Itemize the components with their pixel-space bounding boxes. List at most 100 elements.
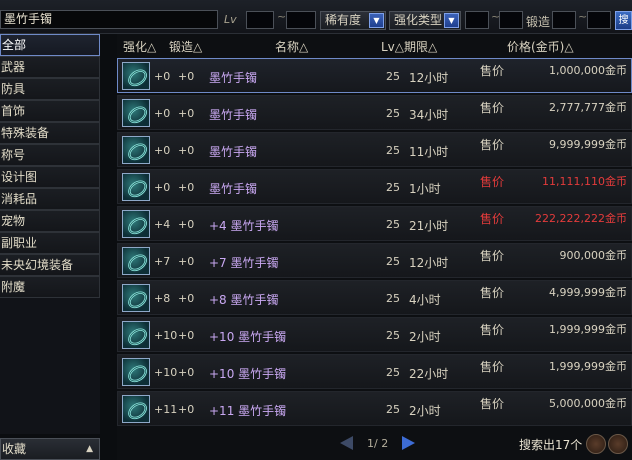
- sidebar-item-title[interactable]: 称号: [0, 144, 100, 166]
- cell-period: 34小时: [409, 108, 449, 122]
- table-row[interactable]: +11 +0 +11 墨竹手镯 25 2小时 售价 5,000,000金币: [117, 391, 632, 426]
- bracelet-icon[interactable]: [122, 321, 150, 349]
- bottom-icons: [582, 434, 632, 458]
- enhance-type-dropdown[interactable]: 强化类型 ▼: [389, 11, 461, 30]
- bracelet-icon[interactable]: [122, 247, 150, 275]
- bracelet-icon[interactable]: [122, 395, 150, 423]
- cell-lv: 25: [386, 403, 400, 416]
- bracelet-icon[interactable]: [122, 99, 150, 127]
- cell-name: +10 墨竹手镯: [209, 367, 287, 381]
- cell-price: 11,111,110金币: [542, 175, 627, 188]
- bracelet-icon[interactable]: [122, 210, 150, 238]
- cell-price: 222,222,222金币: [535, 212, 627, 225]
- cell-forge: +0: [178, 292, 195, 305]
- cell-period: 11小时: [409, 145, 449, 159]
- prev-page-icon[interactable]: [340, 436, 353, 450]
- sidebar-item-armor[interactable]: 防具: [0, 78, 100, 100]
- cell-price: 1,999,999金币: [549, 360, 627, 373]
- cell-lv: 25: [386, 329, 400, 342]
- cell-period: 12小时: [409, 256, 449, 270]
- cell-lv: 25: [386, 366, 400, 379]
- table-row[interactable]: +0 +0 墨竹手镯 25 12小时 售价 1,000,000金币: [117, 58, 632, 93]
- cell-forge: +0: [178, 255, 195, 268]
- rarity-label: 稀有度: [325, 13, 362, 27]
- header-enhance[interactable]: 强化△: [123, 38, 156, 55]
- cell-forge: +0: [178, 329, 195, 342]
- cell-price-label: 售价: [480, 101, 505, 115]
- header-forge[interactable]: 锻造△: [169, 38, 202, 55]
- sidebar-item-weiyang-equipment[interactable]: 未央幻境装备: [0, 254, 100, 276]
- cell-lv: 25: [386, 144, 400, 157]
- cell-price-label: 售价: [480, 286, 505, 300]
- cell-forge: +0: [178, 144, 195, 157]
- search-input[interactable]: 墨竹手镯: [0, 10, 218, 29]
- table-row[interactable]: +10 +0 +10 墨竹手镯 25 22小时 售价 1,999,999金币: [117, 354, 632, 389]
- lv-max-input[interactable]: [286, 11, 316, 29]
- search-button[interactable]: 搜: [615, 11, 632, 30]
- bracelet-icon[interactable]: [122, 358, 150, 386]
- cell-forge: +0: [178, 366, 195, 379]
- table-row[interactable]: +10 +0 +10 墨竹手镯 25 2小时 售价 1,999,999金币: [117, 317, 632, 352]
- cell-forge: +0: [178, 403, 195, 416]
- chevron-up-icon: ▲: [86, 444, 93, 454]
- table-row[interactable]: +4 +0 +4 墨竹手镯 25 21小时 售价 222,222,222金币: [117, 206, 632, 241]
- cell-name: +8 墨竹手镯: [209, 293, 279, 307]
- category-sidebar: 全部 武器 防具 首饰 特殊装备 称号 设计图 消耗品 宠物 副职业 未央幻境装…: [0, 34, 100, 434]
- favorites-label: 收藏: [2, 442, 27, 456]
- sidebar-item-blueprint[interactable]: 设计图: [0, 166, 100, 188]
- bracelet-icon[interactable]: [122, 62, 150, 90]
- table-header: 强化△ 锻造△ 名称△ Lv△期限△ 价格(金币)△: [117, 36, 632, 54]
- lv-min-input[interactable]: [246, 11, 274, 29]
- header-price[interactable]: 价格(金币)△: [507, 38, 574, 55]
- cell-price-label: 售价: [480, 360, 505, 374]
- cell-name: +4 墨竹手镯: [209, 219, 279, 233]
- settings-icon[interactable]: [608, 434, 628, 454]
- forge-max-input[interactable]: [587, 11, 611, 29]
- enhance-max-input[interactable]: [499, 11, 523, 29]
- cell-enhance: +8: [154, 292, 171, 305]
- cell-name: +10 墨竹手镯: [209, 330, 287, 344]
- sidebar-item-weapon[interactable]: 武器: [0, 56, 100, 78]
- header-lv-period[interactable]: Lv△期限△: [381, 38, 437, 55]
- header-name[interactable]: 名称△: [275, 38, 308, 55]
- cell-enhance: +0: [154, 181, 171, 194]
- rarity-dropdown[interactable]: 稀有度 ▼: [320, 11, 386, 30]
- cell-price-label: 售价: [480, 138, 505, 152]
- table-row[interactable]: +0 +0 墨竹手镯 25 34小时 售价 2,777,777金币: [117, 95, 632, 130]
- cell-enhance: +0: [154, 144, 171, 157]
- sidebar-item-sub-job[interactable]: 副职业: [0, 232, 100, 254]
- bracelet-icon[interactable]: [122, 173, 150, 201]
- cell-enhance: +10: [154, 329, 178, 342]
- cell-enhance: +0: [154, 70, 171, 83]
- cell-price: 9,999,999金币: [549, 138, 627, 151]
- refresh-icon[interactable]: [586, 434, 606, 454]
- forge-min-input[interactable]: [552, 11, 576, 29]
- next-page-icon[interactable]: [402, 436, 415, 450]
- cell-price-label: 售价: [480, 64, 505, 78]
- table-row[interactable]: +0 +0 墨竹手镯 25 1小时 售价 11,111,110金币: [117, 169, 632, 204]
- cell-enhance: +0: [154, 107, 171, 120]
- cell-enhance: +11: [154, 403, 178, 416]
- cell-price-label: 售价: [480, 249, 505, 263]
- lv-range-tilde: ~: [277, 10, 287, 23]
- bracelet-icon[interactable]: [122, 136, 150, 164]
- table-row[interactable]: +0 +0 墨竹手镯 25 11小时 售价 9,999,999金币: [117, 132, 632, 167]
- table-row[interactable]: +7 +0 +7 墨竹手镯 25 12小时 售价 900,000金币: [117, 243, 632, 278]
- sidebar-item-accessory[interactable]: 首饰: [0, 100, 100, 122]
- enhance-min-input[interactable]: [465, 11, 489, 29]
- chevron-down-icon: ▼: [444, 13, 459, 28]
- sidebar-item-consumable[interactable]: 消耗品: [0, 188, 100, 210]
- cell-forge: +0: [178, 218, 195, 231]
- bracelet-icon[interactable]: [122, 284, 150, 312]
- favorites-button[interactable]: 收藏 ▲: [0, 438, 100, 460]
- table-row[interactable]: +8 +0 +8 墨竹手镯 25 4小时 售价 4,999,999金币: [117, 280, 632, 315]
- sidebar-item-enchant[interactable]: 附魔: [0, 276, 100, 298]
- cell-name: +7 墨竹手镯: [209, 256, 279, 270]
- forge-range-tilde: ~: [578, 10, 588, 23]
- sidebar-item-special-equipment[interactable]: 特殊装备: [0, 122, 100, 144]
- sidebar-item-pet[interactable]: 宠物: [0, 210, 100, 232]
- cell-lv: 25: [386, 218, 400, 231]
- cell-price: 2,777,777金币: [549, 101, 627, 114]
- sidebar-item-all[interactable]: 全部: [0, 34, 100, 56]
- cell-enhance: +4: [154, 218, 171, 231]
